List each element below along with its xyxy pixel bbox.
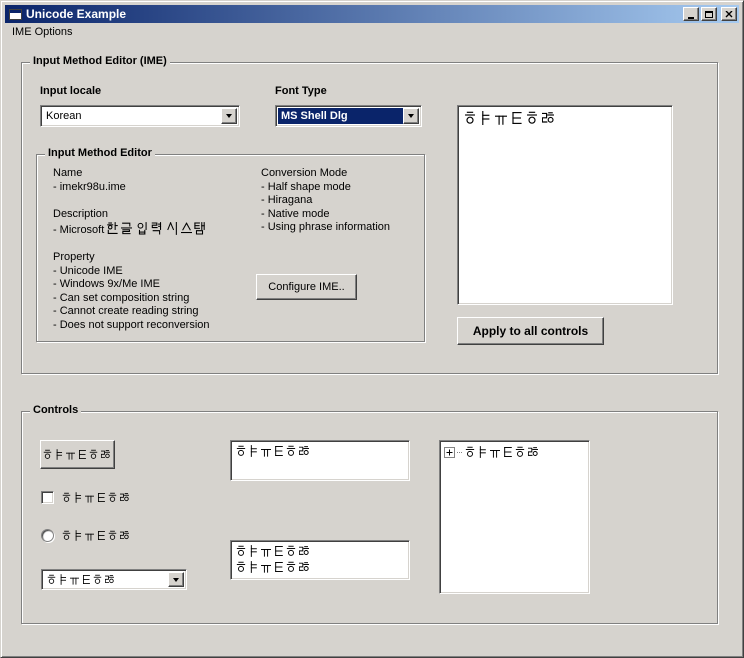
description-value: -Microsoft xyxy=(53,222,210,238)
chevron-down-icon xyxy=(408,114,414,118)
tree-root-item[interactable] xyxy=(444,446,585,459)
caption-buttons xyxy=(681,7,737,21)
input-locale-value: Korean xyxy=(43,108,221,124)
name-label: Name xyxy=(53,167,210,181)
sample-combobox-dropdown-button[interactable] xyxy=(168,572,184,587)
description-label: Description xyxy=(53,208,210,222)
edit-line xyxy=(236,560,404,576)
apply-to-all-controls-button[interactable]: Apply to all controls xyxy=(457,317,604,345)
sample-radio-row[interactable] xyxy=(41,529,131,542)
sample-treeview[interactable] xyxy=(439,440,590,594)
ime-info-groupbox-title: Input Method Editor xyxy=(45,147,155,159)
tree-expand-plus-icon[interactable] xyxy=(444,447,455,458)
maximize-icon xyxy=(705,11,713,18)
property-item: - Windows 9x/Me IME xyxy=(53,278,210,292)
close-icon xyxy=(725,11,733,18)
sample-combobox[interactable] xyxy=(41,569,187,590)
property-item: - Cannot create reading string xyxy=(53,305,210,319)
chevron-down-icon xyxy=(173,578,179,582)
conversion-item: - Hiragana xyxy=(261,194,390,208)
conversion-mode-label: Conversion Mode xyxy=(261,167,390,181)
font-type-combobox[interactable]: MS Shell Dlg xyxy=(275,105,422,127)
font-type-value: MS Shell Dlg xyxy=(278,108,403,124)
input-locale-dropdown-button[interactable] xyxy=(221,108,237,124)
controls-groupbox: Controls xyxy=(21,411,718,624)
font-type-label: Font Type xyxy=(275,85,327,97)
configure-ime-button[interactable]: Configure IME.. xyxy=(256,274,357,300)
property-label: Property xyxy=(53,251,210,265)
conversion-item: - Native mode xyxy=(261,208,390,222)
close-button[interactable] xyxy=(721,7,737,21)
ime-info-groupbox: Input Method Editor Name - imekr98u.ime … xyxy=(36,154,425,342)
property-item: - Unicode IME xyxy=(53,265,210,279)
window-title: Unicode Example xyxy=(26,7,681,21)
ime-groupbox-title: Input Method Editor (IME) xyxy=(30,55,170,67)
ime-groupbox: Input Method Editor (IME) Input locale K… xyxy=(21,62,718,374)
menu-bar: IME Options xyxy=(5,23,739,41)
sample-edit-single[interactable] xyxy=(230,440,410,481)
chevron-down-icon xyxy=(226,114,232,118)
ime-info-left-column: Name - imekr98u.ime Description -Microso… xyxy=(53,167,210,332)
minimize-button[interactable] xyxy=(683,7,699,21)
input-locale-label: Input locale xyxy=(40,85,101,97)
property-item: - Does not support reconversion xyxy=(53,319,210,333)
font-type-dropdown-button[interactable] xyxy=(403,108,419,124)
sample-checkbox-row[interactable] xyxy=(41,491,131,504)
ime-info-right-column: Conversion Mode - Half shape mode - Hira… xyxy=(261,167,390,235)
maximize-button[interactable] xyxy=(701,7,717,21)
checkbox-icon[interactable] xyxy=(41,491,54,504)
sample-checkbox-label xyxy=(62,492,131,504)
sample-button[interactable] xyxy=(40,440,115,469)
menu-item-ime-options[interactable]: IME Options xyxy=(5,24,79,40)
sample-combobox-value xyxy=(44,572,168,587)
sample-radio-label xyxy=(62,530,131,542)
conversion-item: - Half shape mode xyxy=(261,181,390,195)
property-item: - Can set composition string xyxy=(53,292,210,306)
minimize-icon xyxy=(688,17,694,19)
unicode-example-window: Unicode Example IME Options Input Method… xyxy=(0,0,744,658)
application-icon[interactable] xyxy=(9,9,22,20)
name-value: - imekr98u.ime xyxy=(53,181,210,195)
input-locale-combobox[interactable]: Korean xyxy=(40,105,240,127)
radio-icon[interactable] xyxy=(41,529,54,542)
tree-connector xyxy=(457,452,462,453)
controls-groupbox-title: Controls xyxy=(30,404,81,416)
ime-preview-textarea[interactable] xyxy=(457,105,673,305)
sample-edit-multi[interactable] xyxy=(230,540,410,580)
tree-root-label xyxy=(465,446,540,459)
edit-line xyxy=(236,544,404,560)
titlebar[interactable]: Unicode Example xyxy=(5,5,739,23)
conversion-item: - Using phrase information xyxy=(261,221,390,235)
